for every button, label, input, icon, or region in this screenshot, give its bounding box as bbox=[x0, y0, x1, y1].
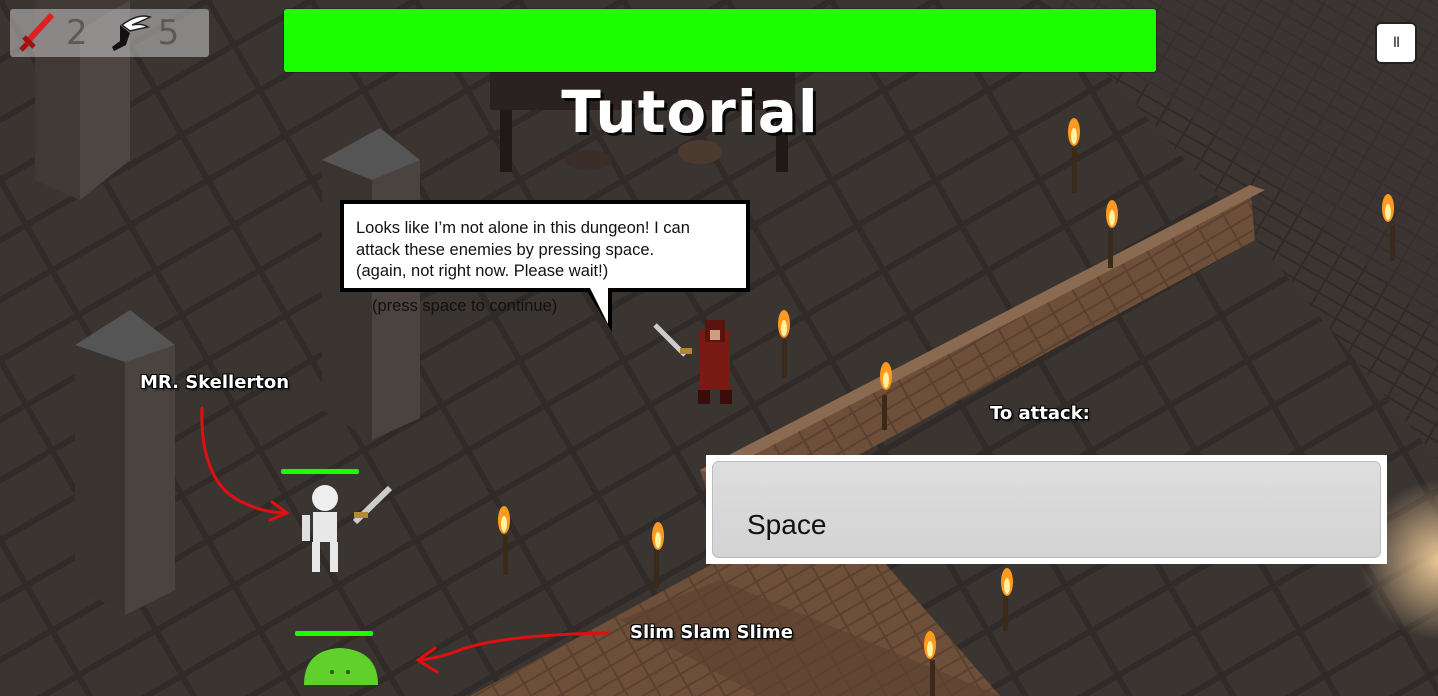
page-title: Tutorial bbox=[561, 78, 819, 146]
dialog-line: (again, not right now. Please wait!) bbox=[356, 262, 609, 280]
pause-icon: II bbox=[1392, 35, 1400, 51]
speed-value: 5 bbox=[157, 13, 180, 53]
attack-key-panel: Space bbox=[706, 455, 1387, 564]
player-health-bar bbox=[284, 9, 1156, 72]
skeleton-label: MR. Skellerton bbox=[140, 372, 290, 393]
sword-icon bbox=[19, 12, 55, 52]
dialog-text: Looks like I’m not alone in this dungeon… bbox=[356, 218, 736, 283]
pause-button[interactable]: II bbox=[1375, 22, 1417, 64]
attack-instruction-label: To attack: bbox=[990, 403, 1090, 424]
attack-stat: 2 bbox=[16, 11, 88, 55]
continue-hint: (press space to continue) bbox=[372, 297, 558, 315]
dialog-line: Looks like I’m not alone in this dungeon… bbox=[356, 219, 690, 237]
skeleton-health-bar bbox=[281, 469, 359, 474]
slime-health-bar bbox=[295, 631, 373, 636]
player-health-fill bbox=[284, 9, 1156, 72]
slime-label: Slim Slam Slime bbox=[630, 622, 793, 643]
speed-stat: 5 bbox=[108, 11, 180, 55]
space-key: Space bbox=[712, 461, 1381, 558]
dialog-line: attack these enemies by pressing space. bbox=[356, 240, 655, 259]
stats-panel: 2 5 bbox=[10, 9, 209, 57]
space-key-label: Space bbox=[747, 509, 827, 540]
winged-boot-icon bbox=[111, 15, 152, 51]
attack-value: 2 bbox=[66, 13, 88, 53]
